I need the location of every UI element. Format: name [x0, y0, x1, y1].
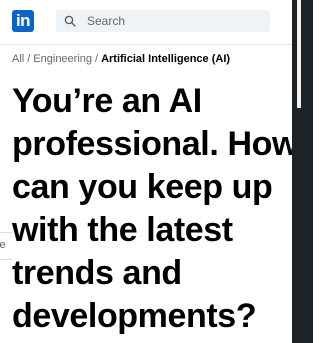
right-panel-frame	[292, 0, 313, 343]
search-icon	[59, 10, 81, 32]
logo-text: in	[15, 11, 31, 30]
background-input-fragment: le	[0, 232, 12, 260]
breadcrumb-separator: /	[95, 53, 99, 65]
background-partial-text: le	[0, 239, 6, 251]
linkedin-logo[interactable]: in	[12, 10, 34, 32]
top-nav: in	[0, 0, 292, 45]
breadcrumb: All / Engineering / Artificial Intelligence …	[12, 53, 230, 65]
search-bar[interactable]	[56, 10, 270, 32]
article-title: You’re an AI professional. How can you k…	[12, 82, 299, 335]
breadcrumb-item-all[interactable]: All	[12, 53, 24, 65]
breadcrumb-separator: /	[27, 53, 31, 65]
breadcrumb-item-current[interactable]: Artificial Intelligence (AI)	[101, 53, 230, 65]
right-panel-edge	[297, 0, 301, 108]
breadcrumb-item-engineering[interactable]: Engineering	[33, 53, 92, 65]
page: le in All/Engineering/Artificial Intelli…	[0, 0, 313, 343]
search-input[interactable]	[81, 14, 257, 28]
